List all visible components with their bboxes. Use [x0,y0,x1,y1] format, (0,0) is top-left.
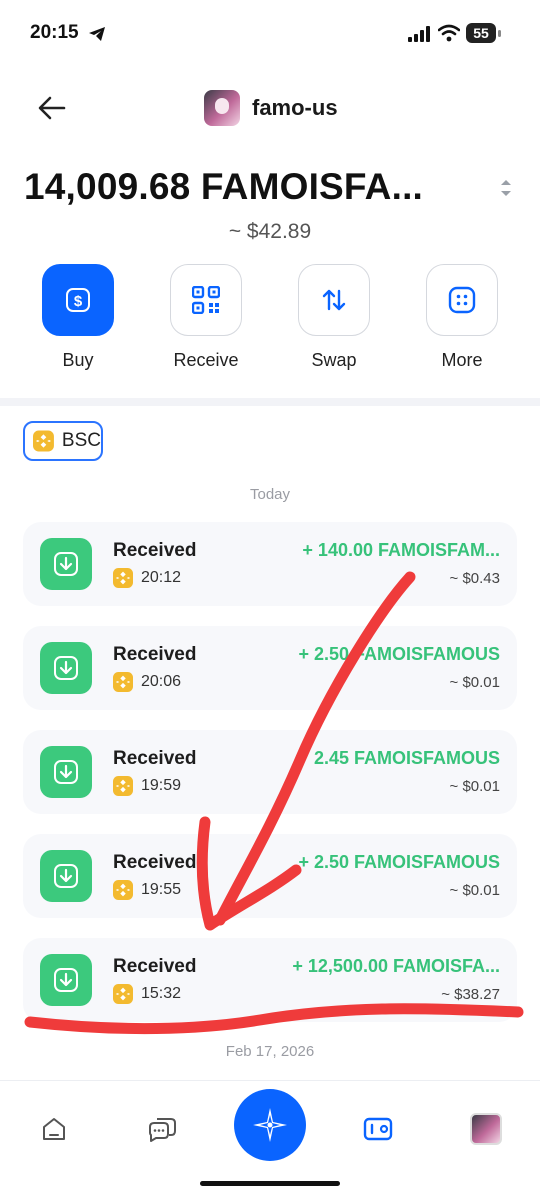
swap-arrows-icon [322,289,346,311]
toggle-currency-icon[interactable] [499,178,513,198]
buy-action[interactable]: $ Buy [33,264,123,371]
receive-label: Receive [173,350,239,370]
token-name: famo-us [252,95,338,120]
section-divider [0,398,540,406]
transaction-time: 20:06 [141,673,182,690]
transaction-usd: ~ $0.43 [449,570,500,587]
buy-label: Buy [62,350,94,370]
chat-icon [149,1118,176,1142]
transaction-type: Received [113,956,197,977]
wifi-icon [438,24,460,42]
telegram-icon [89,27,105,41]
transaction-amount: + 2.50 FAMOISFAMOUS [298,852,500,872]
receive-action[interactable]: Receive [161,264,251,371]
bnb-icon [33,430,54,452]
transaction-time: 20:12 [141,569,182,586]
receive-arrow-icon [40,746,92,798]
bnb-icon [113,568,133,588]
date-header-older: Feb 17, 2026 [225,1043,315,1060]
transaction-row[interactable]: Received 19:59 2.45 FAMOISFAMOUS ~ $0.01 [23,730,517,814]
transaction-amount: + 140.00 FAMOISFAM... [302,540,500,560]
nav-profile[interactable] [468,1111,504,1147]
signal-icon [408,26,430,42]
transaction-usd: ~ $0.01 [449,778,500,795]
qr-code-icon [192,286,220,314]
more-action[interactable]: More [417,264,507,371]
dollar-icon: $ [66,288,90,312]
bnb-icon [113,880,133,900]
back-arrow-icon[interactable] [36,92,68,124]
balance-usd: ~ $42.89 [228,220,312,243]
transaction-usd: ~ $0.01 [449,674,500,691]
bnb-icon [113,776,133,796]
transaction-amount: 2.45 FAMOISFAMOUS [313,748,500,768]
receive-arrow-icon [40,538,92,590]
transaction-row[interactable]: Received 20:06 + 2.50 FAMOISFAMOUS ~ $0.… [23,626,517,710]
transaction-time: 15:32 [141,985,182,1002]
receive-arrow-icon [40,642,92,694]
swap-label: Swap [311,350,357,370]
chain-filter-label: BSC [61,430,101,451]
transaction-row[interactable]: Received 15:32 + 12,500.00 FAMOISFA... ~… [23,938,517,1022]
status-time: 20:15 [30,22,79,43]
buy-button[interactable]: $ [42,264,114,336]
bnb-icon [113,672,133,692]
transaction-time: 19:59 [141,777,182,794]
battery-level: 55 [466,23,496,43]
nav-chat[interactable] [144,1111,180,1147]
home-icon [43,1118,65,1140]
token-title: famo-us [204,90,338,126]
token-avatar [204,90,240,126]
swap-button[interactable] [298,264,370,336]
transaction-type: Received [113,748,197,769]
transaction-usd: ~ $0.01 [449,882,500,899]
bnb-icon [113,984,133,1004]
transaction-time: 19:55 [141,881,182,898]
profile-avatar [470,1113,502,1145]
svg-text:$: $ [74,293,83,310]
battery-icon: 55 [466,23,502,43]
more-label: More [441,350,483,370]
transaction-row[interactable]: Received 19:55 + 2.50 FAMOISFAMOUS ~ $0.… [23,834,517,918]
trust-logo-icon [253,1108,287,1142]
transaction-type: Received [113,852,197,873]
nav-home[interactable] [36,1111,72,1147]
token-balance: 14,009.68 FAMOISFA... [24,166,424,207]
transaction-type: Received [113,540,197,561]
more-button[interactable] [426,264,498,336]
nav-wallet[interactable] [360,1111,396,1147]
home-indicator [200,1181,340,1186]
more-dots-icon [448,286,476,314]
receive-arrow-icon [40,954,92,1006]
swap-action[interactable]: Swap [289,264,379,371]
nav-trust-center[interactable] [234,1089,306,1161]
status-bar: 20:15 55 [0,0,540,66]
receive-arrow-icon [40,850,92,902]
transaction-row[interactable]: Received 20:12 + 140.00 FAMOISFAM... ~ $… [23,522,517,606]
transaction-amount: + 2.50 FAMOISFAMOUS [298,644,500,664]
transaction-amount: + 12,500.00 FAMOISFA... [292,956,500,976]
date-header-today: Today [249,486,291,503]
chain-filter-bsc[interactable]: BSC [23,421,103,461]
transaction-type: Received [113,644,197,665]
transaction-usd: ~ $38.27 [441,986,500,1003]
wallet-icon [363,1117,393,1141]
receive-button[interactable] [170,264,242,336]
